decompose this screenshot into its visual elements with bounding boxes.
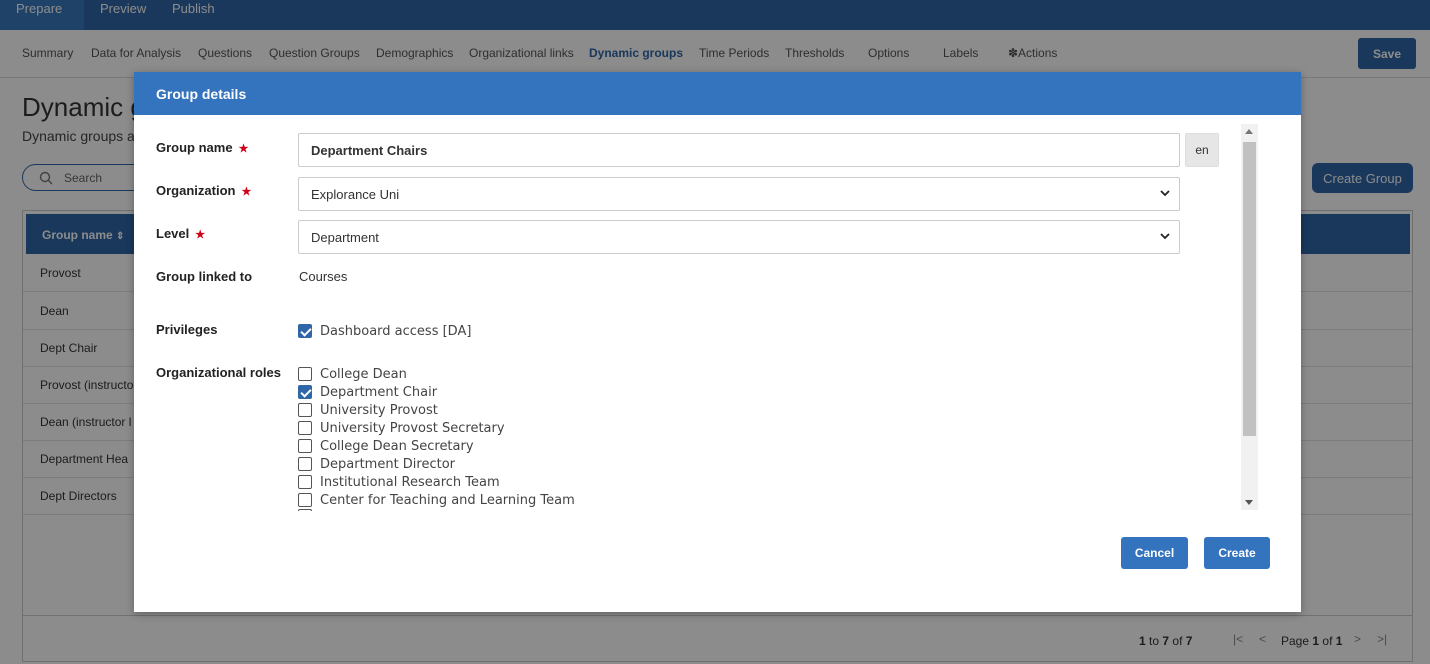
role-college-dean-secretary[interactable]: College Dean Secretary — [298, 437, 474, 455]
checkbox[interactable] — [298, 475, 312, 489]
role-college-dean[interactable]: College Dean — [298, 365, 407, 383]
level-label: Level ★ — [156, 226, 205, 241]
role-label: University Provost — [320, 402, 438, 418]
group-name-label-text: Group name — [156, 140, 233, 155]
privileges-label: Privileges — [156, 322, 218, 337]
dialog-title: Group details — [156, 86, 247, 102]
role-center-teaching-learning-team[interactable]: Center for Teaching and Learning Team — [298, 491, 575, 509]
role-label: University Provost Secretary — [320, 420, 505, 436]
chevron-down-icon — [1160, 233, 1170, 240]
required-star-icon: ★ — [195, 229, 206, 241]
dialog-header: Group details — [134, 72, 1301, 115]
organization-select[interactable]: Explorance Uni — [298, 177, 1180, 211]
privilege-label: Dashboard access [DA] — [320, 323, 472, 339]
linked-value: Courses — [299, 269, 348, 284]
role-label: Department Chair — [320, 384, 438, 400]
level-select[interactable]: Department — [298, 220, 1180, 254]
organization-label-text: Organization — [156, 183, 236, 198]
required-star-icon: ★ — [238, 143, 249, 155]
group-details-dialog: Group details Group name ★ Department Cha… — [134, 72, 1301, 612]
role-label: College Dean Secretary — [320, 438, 474, 454]
group-name-label: Group name ★ — [156, 140, 248, 155]
checkbox[interactable] — [298, 493, 312, 507]
role-label: Center for Teaching and Learning Team — [320, 492, 575, 508]
checkbox[interactable] — [298, 385, 312, 399]
checkbox[interactable] — [298, 367, 312, 381]
checkbox[interactable] — [298, 421, 312, 435]
role-university-provost-secretary[interactable]: University Provost Secretary — [298, 419, 505, 437]
role-label: Department Director — [320, 456, 456, 472]
role-institutional-research-team[interactable]: Institutional Research Team — [298, 473, 500, 491]
group-name-input[interactable]: Department Chairs — [298, 133, 1180, 167]
roles-label: Organizational roles — [156, 365, 281, 380]
form-scrollbar[interactable] — [1241, 124, 1258, 510]
chevron-down-icon — [1160, 190, 1170, 197]
role-label: Institutional Research Team — [320, 474, 500, 490]
checkbox[interactable] — [298, 403, 312, 417]
privilege-dashboard-access[interactable]: Dashboard access [DA] — [298, 322, 471, 340]
organization-value: Explorance Uni — [311, 187, 400, 202]
group-name-value: Department Chairs — [311, 143, 428, 158]
level-value: Department — [311, 230, 379, 245]
required-star-icon: ★ — [241, 186, 252, 198]
language-badge[interactable]: en — [1185, 133, 1219, 167]
role-department-chair[interactable]: Department Chair — [298, 383, 437, 401]
scroll-down-icon[interactable] — [1245, 500, 1253, 505]
linked-label: Group linked to — [156, 269, 253, 284]
role-department-director[interactable]: Department Director — [298, 455, 455, 473]
organization-label: Organization ★ — [156, 183, 251, 198]
scroll-up-icon[interactable] — [1245, 129, 1253, 134]
checkbox[interactable] — [298, 457, 312, 471]
checkbox[interactable] — [298, 439, 312, 453]
checkbox[interactable] — [298, 324, 312, 338]
scroll-thumb[interactable] — [1243, 142, 1256, 436]
level-label-text: Level — [156, 226, 190, 241]
role-label: College Dean — [320, 366, 407, 382]
checkbox-partial — [298, 509, 312, 511]
create-button[interactable]: Create — [1204, 537, 1270, 569]
role-university-provost[interactable]: University Provost — [298, 401, 438, 419]
cancel-button[interactable]: Cancel — [1121, 537, 1188, 569]
